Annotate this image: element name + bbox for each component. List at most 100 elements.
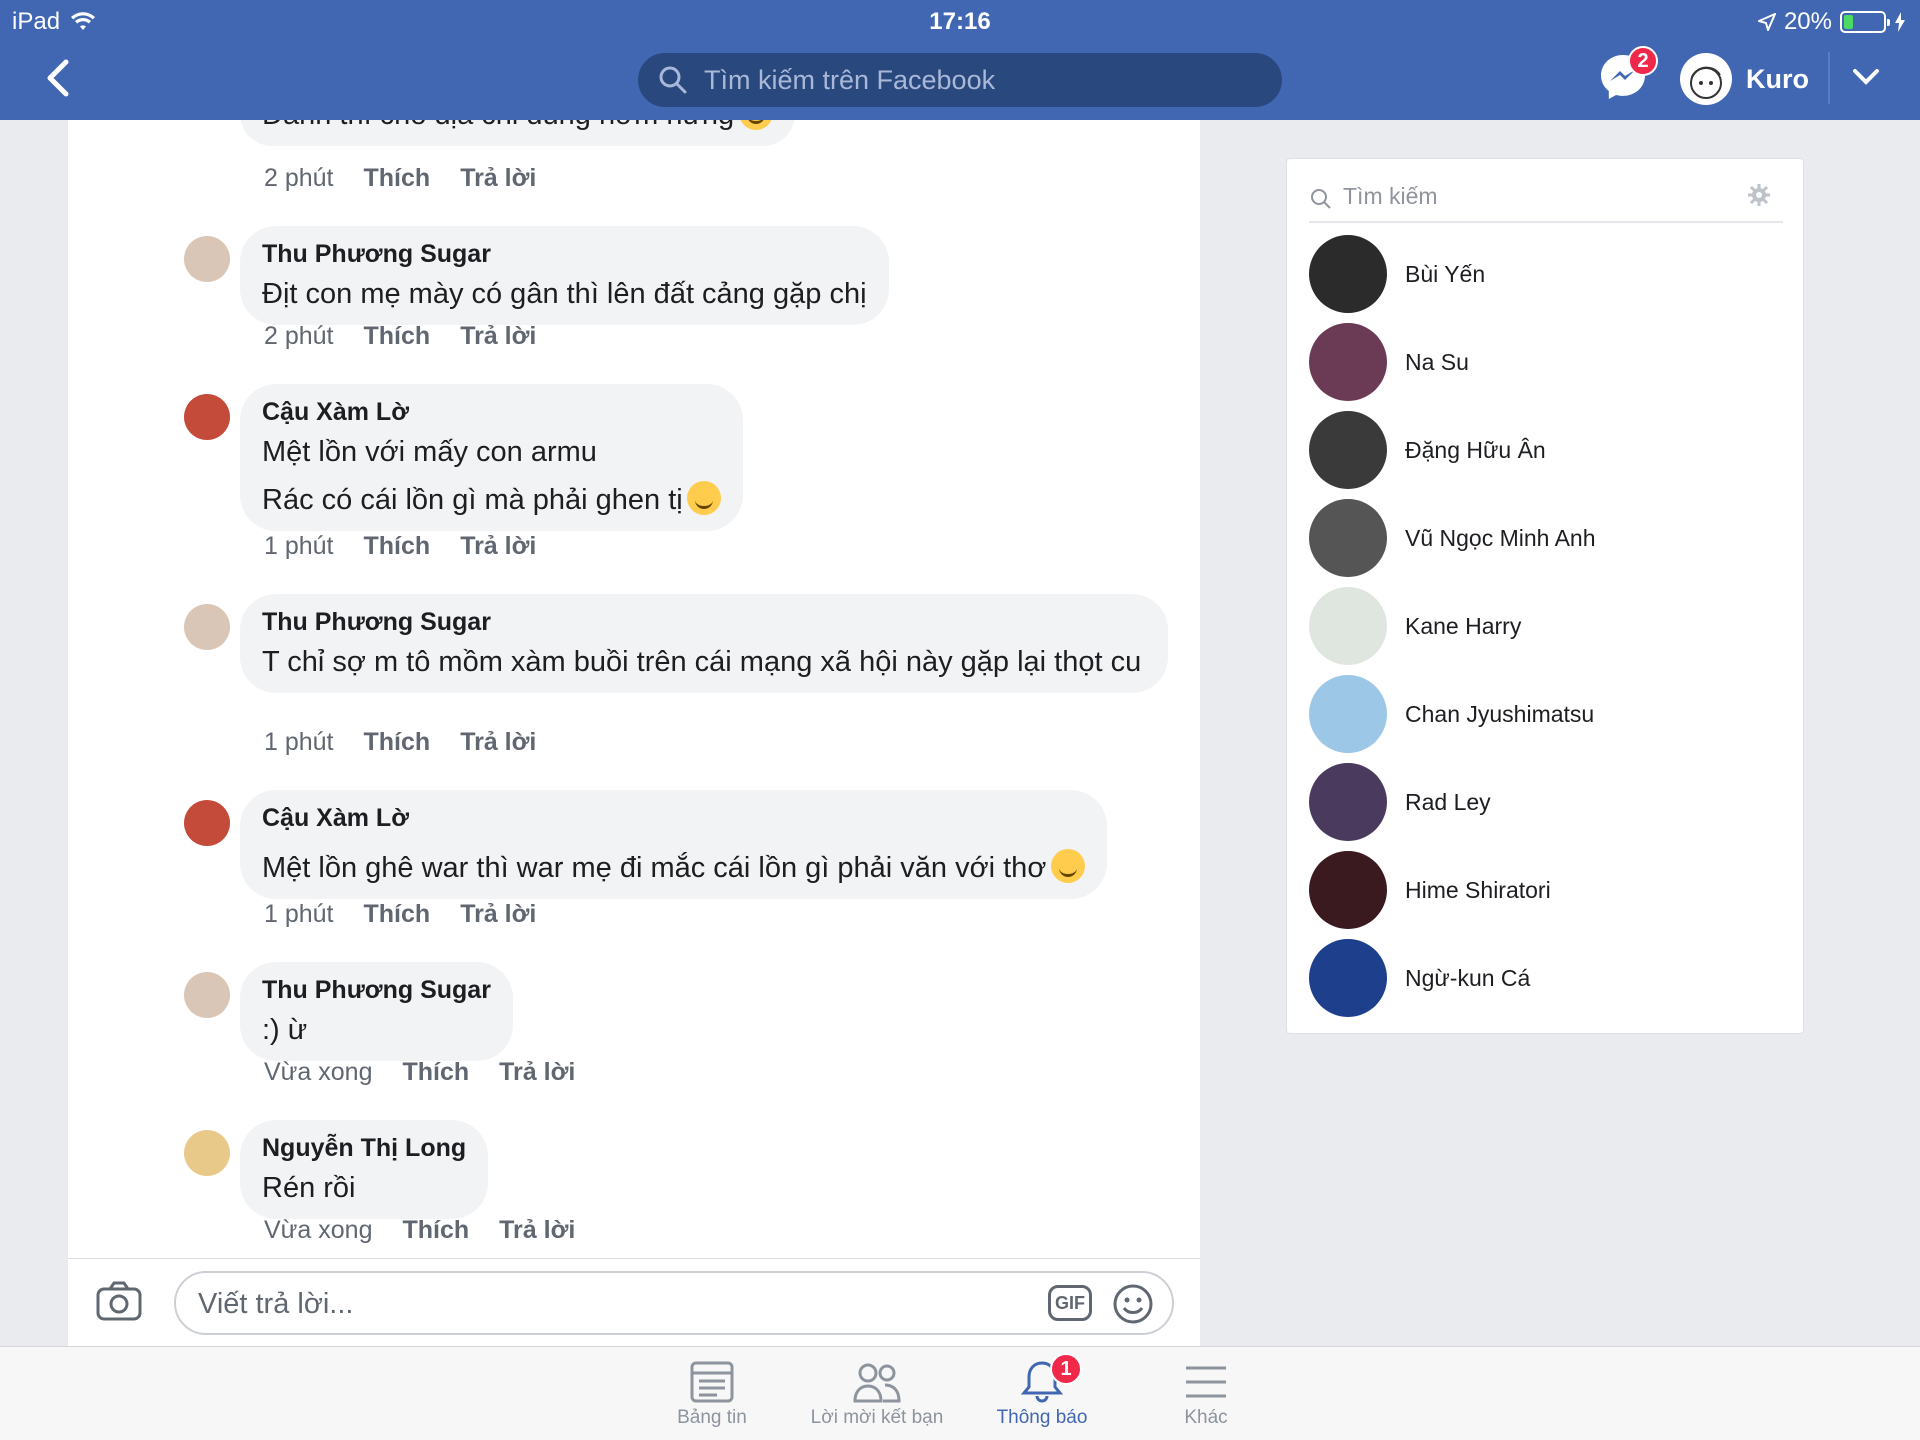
commenter-avatar[interactable]: [184, 604, 230, 650]
comment-author[interactable]: Nguyễn Thị Long: [262, 1134, 466, 1163]
gear-icon[interactable]: [1747, 183, 1771, 207]
gif-button[interactable]: GIF: [1048, 1285, 1092, 1321]
comment-author[interactable]: Cậu Xàm Lờ: [262, 398, 721, 427]
contact-item[interactable]: Kane Harry: [1309, 587, 1783, 675]
profile-avatar[interactable]: [1680, 53, 1732, 105]
contact-avatar: [1309, 763, 1387, 841]
like-link[interactable]: Thích: [364, 322, 431, 351]
contacts-search-placeholder: Tìm kiếm: [1343, 183, 1438, 209]
like-link[interactable]: Thích: [364, 532, 431, 561]
reply-link[interactable]: Trả lời: [460, 164, 536, 193]
contact-name: Kane Harry: [1405, 613, 1522, 639]
comment-bubble[interactable]: Cậu Xàm Lờ Mệt lồn với mấy con armu Rác …: [240, 384, 744, 531]
comment-time: 1 phút: [264, 900, 334, 928]
contact-name: Chan Jyushimatsu: [1405, 701, 1595, 727]
tab-news-feed[interactable]: Bảng tin: [632, 1357, 792, 1429]
contact-item[interactable]: Hime Shiratori: [1309, 851, 1783, 939]
comment-text: Mệt lồn với mấy con armu: [262, 436, 597, 468]
comment-bubble[interactable]: Thu Phương Sugar T chỉ sợ m tô mồm xàm b…: [240, 594, 1168, 693]
camera-icon[interactable]: [96, 1281, 142, 1321]
contact-item[interactable]: Bùi Yến: [1309, 235, 1783, 323]
reply-link[interactable]: Trả lời: [460, 322, 536, 351]
comment-bubble[interactable]: Nguyễn Thị Long Rén rồi: [240, 1120, 489, 1219]
comment-actions: 2 phút Thích Trả lời: [264, 322, 536, 351]
like-link[interactable]: Thích: [364, 900, 431, 929]
contact-name: Rad Ley: [1405, 789, 1491, 815]
comment-text: :) ừ: [262, 1014, 308, 1046]
battery-percentage: 20%: [1783, 8, 1832, 35]
chevron-down-icon[interactable]: [1852, 68, 1880, 86]
like-link[interactable]: Thích: [402, 1216, 469, 1245]
commenter-avatar[interactable]: [184, 1130, 230, 1176]
comment-bubble[interactable]: Thu Phương Sugar Địt con mẹ mày có gân t…: [240, 226, 889, 325]
location-arrow-icon: [1757, 13, 1776, 31]
comment-actions: 1 phút Thích Trả lời: [264, 900, 536, 929]
contact-avatar: [1309, 587, 1387, 665]
back-arrow-icon[interactable]: [44, 58, 72, 98]
commenter-avatar[interactable]: [184, 394, 230, 440]
tab-label: Thông báo: [996, 1407, 1088, 1428]
commenter-avatar[interactable]: [184, 972, 230, 1018]
contact-name: Hime Shiratori: [1405, 877, 1551, 903]
emoji-picker-icon[interactable]: [1112, 1283, 1154, 1325]
comment-text: Địt con mẹ mày có gân thì lên đất cảng g…: [262, 278, 867, 310]
tab-label: Khác: [1184, 1407, 1228, 1428]
contact-item[interactable]: Đặng Hữu Ân: [1309, 411, 1783, 499]
reply-input[interactable]: Viết trả lời... GIF: [174, 1271, 1174, 1335]
commenter-avatar[interactable]: [184, 800, 230, 846]
facebook-search-bar[interactable]: Tìm kiếm trên Facebook: [638, 53, 1282, 107]
reply-link[interactable]: Trả lời: [460, 728, 536, 757]
comment-actions: 1 phút Thích Trả lời: [264, 728, 536, 757]
contact-name: Ngừ-kun Cá: [1405, 965, 1531, 991]
contact-avatar: [1309, 499, 1387, 577]
reply-link[interactable]: Trả lời: [460, 532, 536, 561]
reply-link[interactable]: Trả lời: [499, 1216, 575, 1245]
search-icon: [1311, 189, 1331, 209]
profile-name[interactable]: Kuro: [1746, 64, 1809, 95]
tab-more[interactable]: Khác: [1126, 1357, 1286, 1429]
comment-time: Vừa xong: [264, 1058, 373, 1086]
news-feed-icon: [690, 1361, 734, 1403]
contact-name: Na Su: [1405, 349, 1469, 375]
comment-author[interactable]: Thu Phương Sugar: [262, 240, 867, 269]
messenger-badge: 2: [1628, 46, 1658, 76]
comment-author[interactable]: Cậu Xàm Lờ: [262, 804, 1085, 833]
menu-icon: [1186, 1366, 1226, 1398]
contact-avatar: [1309, 235, 1387, 313]
contacts-search-input[interactable]: Tìm kiếm: [1309, 175, 1783, 223]
relieved-emoji-icon: [687, 481, 722, 515]
comments-panel: Đánh thì cho địa chỉ đúng hơm hứng 2 phú…: [68, 120, 1200, 1260]
search-placeholder: Tìm kiếm trên Facebook: [704, 64, 996, 95]
contact-item[interactable]: Rad Ley: [1309, 763, 1783, 851]
contact-item[interactable]: Chan Jyushimatsu: [1309, 675, 1783, 763]
messenger-button[interactable]: 2: [1598, 46, 1658, 102]
contact-item[interactable]: Ngừ-kun Cá: [1309, 939, 1783, 1027]
reply-link[interactable]: Trả lời: [460, 900, 536, 929]
contact-name: Đặng Hữu Ân: [1405, 437, 1546, 463]
like-link[interactable]: Thích: [364, 728, 431, 757]
tab-notifications[interactable]: 1 Thông báo: [962, 1353, 1122, 1429]
comment-time: 2 phút: [264, 164, 334, 192]
comment-text: Mệt lồn ghê war thì war mẹ đi mắc cái lồ…: [262, 852, 1047, 884]
contact-avatar: [1309, 675, 1387, 753]
contact-item[interactable]: Vũ Ngọc Minh Anh: [1309, 499, 1783, 587]
comment-text: Đánh thì cho địa chỉ đúng hơm hứng: [262, 120, 734, 131]
commenter-avatar[interactable]: [184, 236, 230, 282]
comment-actions: 2 phút Thích Trả lời: [264, 164, 536, 193]
comment-time: Vừa xong: [264, 1216, 373, 1244]
comment-bubble[interactable]: Cậu Xàm Lờ Mệt lồn ghê war thì war mẹ đi…: [240, 790, 1107, 899]
comment-bubble[interactable]: Thu Phương Sugar :) ừ: [240, 962, 513, 1061]
tab-friend-requests[interactable]: Lời mời kết bạn: [797, 1357, 957, 1429]
like-link[interactable]: Thích: [364, 164, 431, 193]
contact-avatar: [1309, 323, 1387, 401]
comment-text-line-2: Rác có cái lồn gì mà phải ghen tị: [262, 484, 683, 516]
tab-label: Lời mời kết bạn: [810, 1407, 944, 1428]
nav-divider: [1828, 52, 1830, 104]
like-link[interactable]: Thích: [402, 1058, 469, 1087]
comment-bubble[interactable]: Đánh thì cho địa chỉ đúng hơm hứng: [240, 120, 795, 146]
contact-item[interactable]: Na Su: [1309, 323, 1783, 411]
comment-author[interactable]: Thu Phương Sugar: [262, 608, 1146, 637]
comment-author[interactable]: Thu Phương Sugar: [262, 976, 491, 1005]
comment-text: Rén rồi: [262, 1172, 356, 1204]
reply-link[interactable]: Trả lời: [499, 1058, 575, 1087]
